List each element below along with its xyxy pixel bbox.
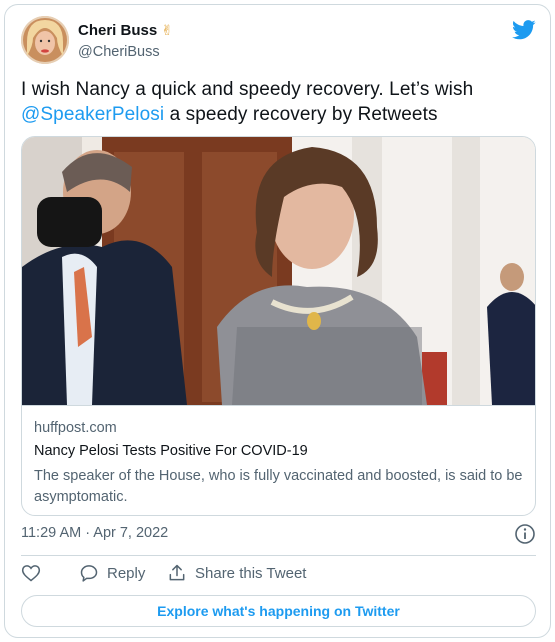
- avatar-image: [21, 16, 69, 64]
- heart-icon: [21, 565, 41, 582]
- tweet-actions: Reply Share this Tweet: [21, 563, 536, 589]
- tweet-text: I wish Nancy a quick and speedy recovery…: [21, 77, 536, 127]
- twitter-bird-icon[interactable]: [512, 20, 536, 40]
- share-label: Share this Tweet: [195, 564, 307, 582]
- victory-hand-emoji: ✌: [161, 22, 173, 38]
- link-preview-image: [22, 137, 535, 405]
- author-name[interactable]: Cheri Buss: [78, 22, 157, 39]
- link-title[interactable]: Nancy Pelosi Tests Positive For COVID-19: [34, 443, 308, 459]
- explore-twitter-button[interactable]: Explore what's happening on Twitter: [21, 595, 536, 627]
- share-icon: [169, 564, 185, 581]
- link-domain: huffpost.com: [34, 420, 117, 436]
- reply-button[interactable]: Reply: [79, 563, 145, 583]
- reply-icon: [80, 565, 98, 582]
- author-name-line: Cheri Buss ✌: [78, 22, 173, 39]
- share-button[interactable]: Share this Tweet: [167, 563, 306, 583]
- tweet-embed-card: Cheri Buss ✌ @CheriBuss I wish Nancy a q…: [4, 4, 551, 638]
- link-preview-card[interactable]: huffpost.com Nancy Pelosi Tests Positive…: [21, 136, 536, 516]
- tweet-header: Cheri Buss ✌ @CheriBuss: [21, 16, 536, 66]
- tweet-timestamp[interactable]: 11:29 AM · Apr 7, 2022: [21, 525, 168, 541]
- info-icon[interactable]: [514, 523, 536, 545]
- like-button[interactable]: [21, 563, 41, 583]
- divider: [21, 555, 536, 556]
- tweet-text-line: I wish Nancy a quick and speedy recovery…: [21, 79, 474, 100]
- link-preview-meta: huffpost.com Nancy Pelosi Tests Positive…: [22, 405, 535, 515]
- mention-link[interactable]: @SpeakerPelosi: [21, 104, 164, 125]
- avatar[interactable]: [21, 16, 69, 64]
- link-description: The speaker of the House, who is fully v…: [34, 468, 523, 505]
- author-handle[interactable]: @CheriBuss: [78, 44, 160, 60]
- reply-label: Reply: [107, 564, 146, 582]
- tweet-text-continued: a speedy recovery by Retweets: [164, 104, 438, 125]
